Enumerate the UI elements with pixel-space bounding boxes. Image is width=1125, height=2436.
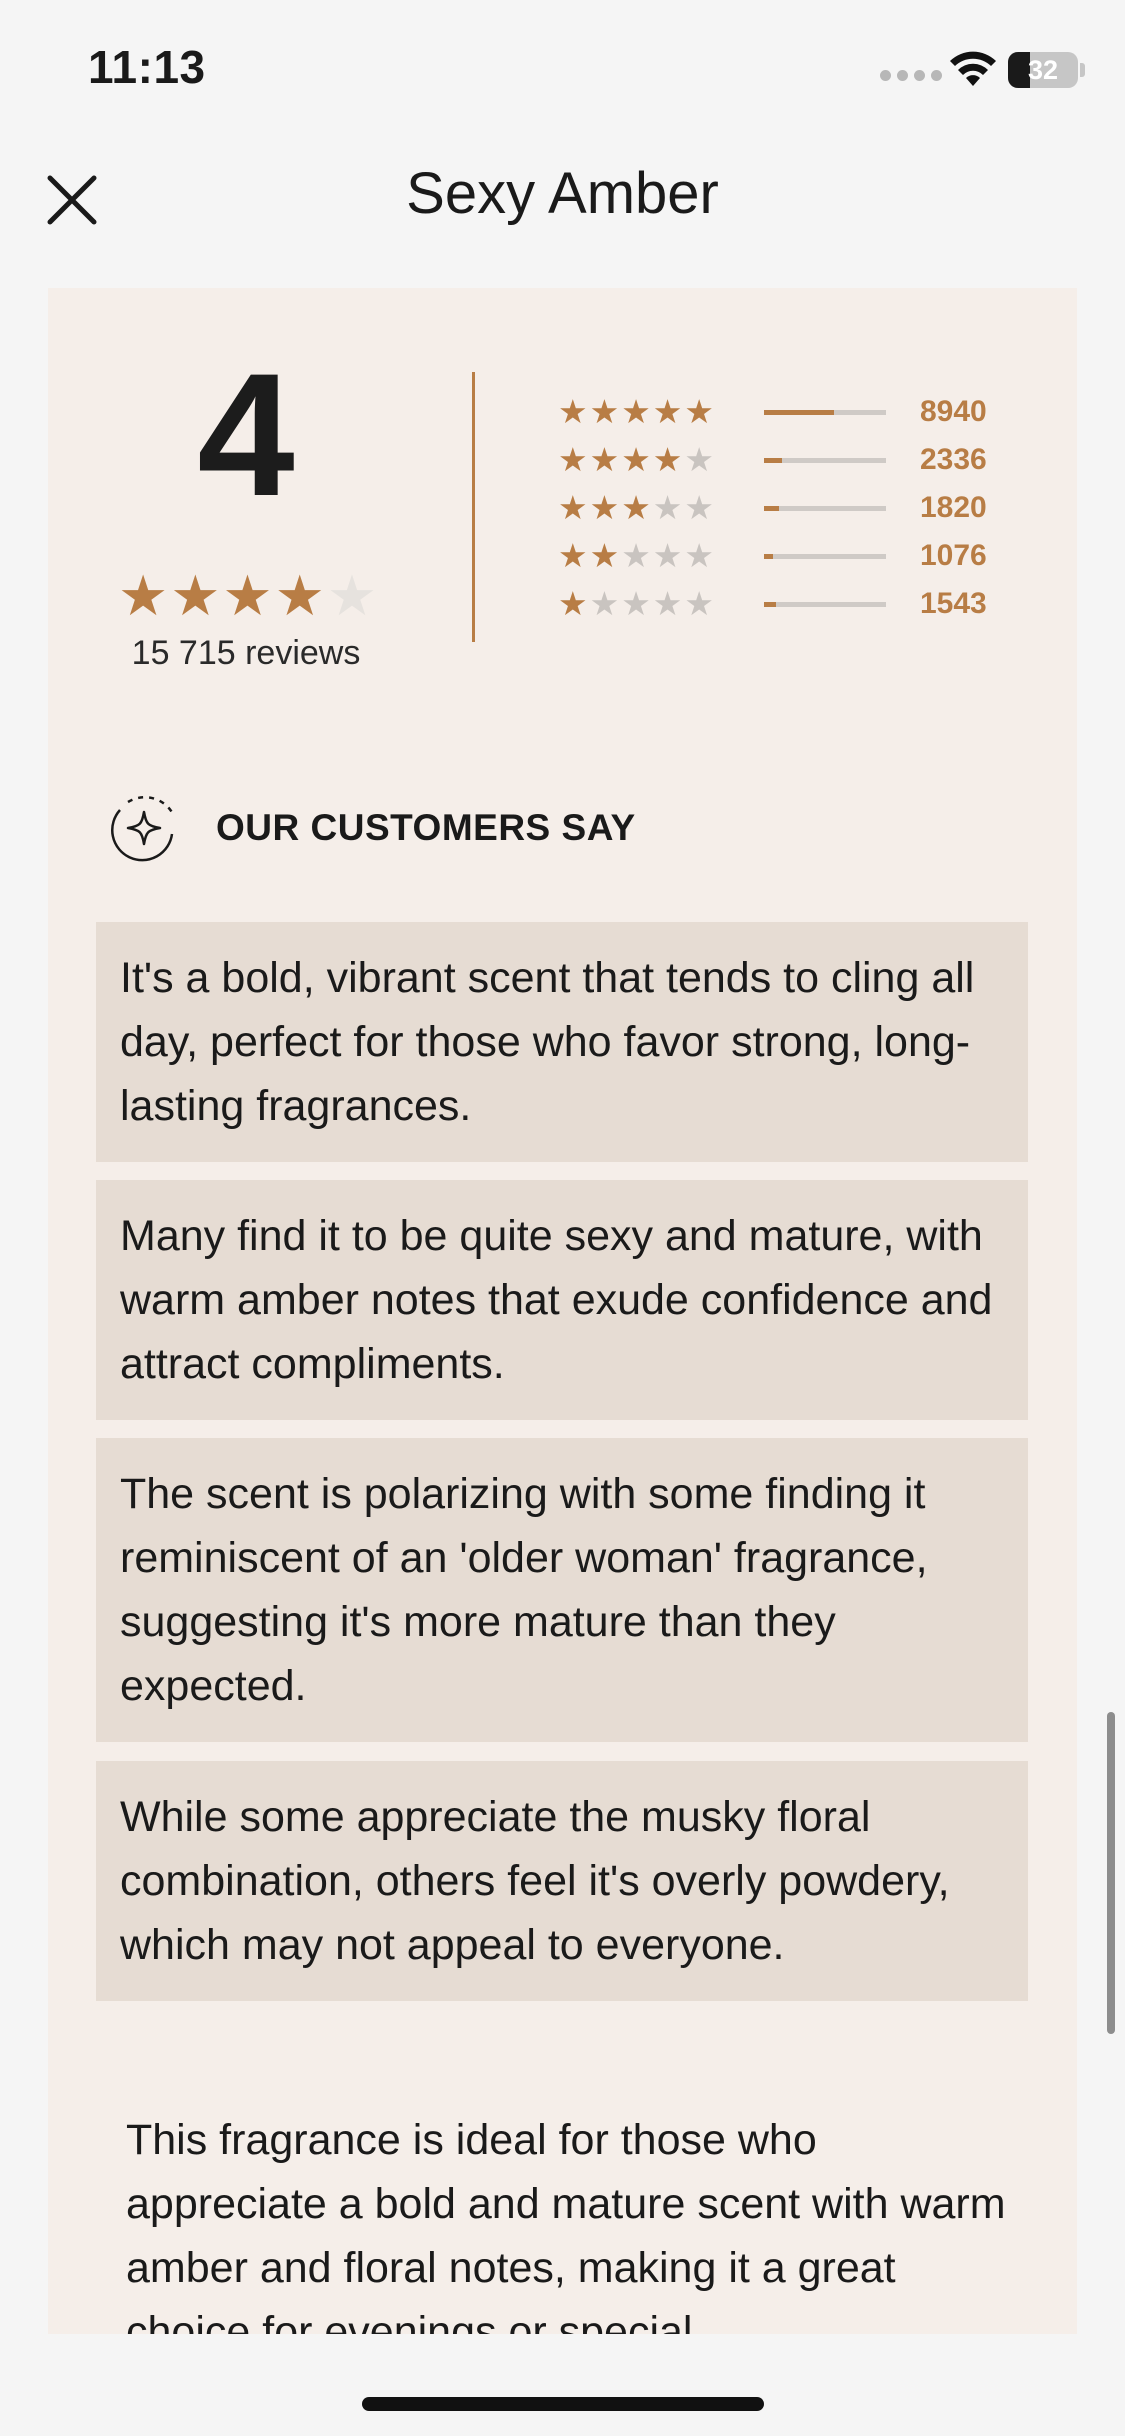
customers-say-title: OUR CUSTOMERS SAY — [216, 807, 636, 848]
distribution-stars: ★★★★★ — [558, 436, 716, 484]
distribution-bar-fill — [764, 506, 779, 511]
distribution-count: 1076 — [920, 539, 987, 572]
star-filled-icon: ★ — [558, 537, 590, 574]
quote-card: It's a bold, vibrant scent that tends to… — [96, 922, 1028, 1162]
distribution-row: ★★★★★ 1076 — [558, 532, 1038, 580]
header: Sexy Amber — [0, 140, 1125, 265]
star-filled-icon: ★ — [558, 585, 590, 622]
star-empty-icon: ★ — [326, 564, 378, 627]
star-empty-icon: ★ — [652, 489, 685, 526]
star-filled-icon: ★ — [118, 564, 169, 627]
distribution-bar — [764, 506, 886, 511]
distribution-bar-fill — [764, 554, 773, 559]
star-filled-icon: ★ — [589, 537, 622, 574]
page-title: Sexy Amber — [406, 161, 719, 226]
star-empty-icon: ★ — [621, 537, 653, 574]
star-filled-icon: ★ — [589, 489, 622, 526]
distribution-stars: ★★★★★ — [558, 580, 716, 628]
distribution-bar — [764, 602, 886, 607]
star-filled-icon: ★ — [652, 393, 685, 430]
distribution-bar-fill — [764, 602, 777, 607]
distribution-row: ★★★★★ 2336 — [558, 436, 1038, 484]
distribution-count: 1543 — [920, 587, 987, 620]
star-empty-icon: ★ — [684, 489, 716, 526]
distribution-count: 1820 — [920, 491, 987, 524]
sparkle-icon — [111, 795, 176, 862]
star-filled-icon: ★ — [621, 393, 653, 430]
battery-icon: 32 — [1008, 52, 1078, 88]
distribution-bar-fill — [764, 458, 783, 463]
reviews-card: 4 ★ ★ ★ ★ ★ 15 715 reviews ★★★★★ 8940 ★★★★★ 233… — [48, 288, 1077, 2334]
star-filled-icon: ★ — [684, 393, 716, 430]
battery-tip — [1080, 63, 1085, 77]
star-empty-icon: ★ — [589, 585, 622, 622]
quote-card: The scent is polarizing with some findin… — [96, 1438, 1028, 1742]
rating-stars: ★ ★ ★ ★ ★ — [118, 568, 377, 624]
star-filled-icon: ★ — [558, 393, 590, 430]
distribution-row: ★★★★★ 1820 — [558, 484, 1038, 532]
distribution-stars: ★★★★★ — [558, 388, 716, 436]
battery-level: 32 — [1027, 55, 1059, 85]
distribution-bar-fill — [764, 410, 834, 415]
star-empty-icon: ★ — [621, 585, 653, 622]
star-filled-icon: ★ — [589, 441, 622, 478]
scrollbar[interactable] — [1107, 1712, 1115, 2034]
star-filled-icon: ★ — [558, 489, 590, 526]
star-filled-icon: ★ — [222, 564, 273, 627]
summary-text: This fragrance is ideal for those who ap… — [126, 2116, 1006, 2334]
distribution-count: 2336 — [920, 443, 987, 476]
rating-score: 4 — [197, 338, 295, 533]
cellular-signal-icon — [880, 70, 942, 81]
status-bar: 11:13 32 — [0, 0, 1125, 140]
review-count: 15 715 reviews — [131, 634, 361, 672]
status-time: 11:13 — [88, 41, 206, 93]
star-filled-icon: ★ — [170, 564, 221, 627]
star-filled-icon: ★ — [652, 441, 685, 478]
star-filled-icon: ★ — [274, 564, 325, 627]
star-filled-icon: ★ — [621, 489, 653, 526]
star-filled-icon: ★ — [558, 441, 590, 478]
distribution-row: ★★★★★ 1543 — [558, 580, 1038, 628]
star-empty-icon: ★ — [652, 537, 685, 574]
distribution-bar — [764, 458, 886, 463]
star-empty-icon: ★ — [684, 537, 716, 574]
customers-say-header: OUR CUSTOMERS SAY — [106, 790, 636, 866]
star-empty-icon: ★ — [652, 585, 685, 622]
star-filled-icon: ★ — [589, 393, 622, 430]
home-indicator[interactable] — [362, 2397, 764, 2411]
rating-divider — [472, 372, 475, 642]
distribution-stars: ★★★★★ — [558, 532, 716, 580]
distribution-bar — [764, 554, 886, 559]
star-empty-icon: ★ — [684, 585, 716, 622]
star-filled-icon: ★ — [621, 441, 653, 478]
quote-card: While some appreciate the musky floral c… — [96, 1761, 1028, 2001]
distribution-row: ★★★★★ 8940 — [558, 388, 1038, 436]
quote-card: Many find it to be quite sexy and mature… — [96, 1180, 1028, 1420]
distribution-stars: ★★★★★ — [558, 484, 716, 532]
star-empty-icon: ★ — [684, 441, 716, 478]
distribution-bar — [764, 410, 886, 415]
wifi-icon — [950, 51, 996, 86]
distribution-count: 8940 — [920, 395, 987, 428]
